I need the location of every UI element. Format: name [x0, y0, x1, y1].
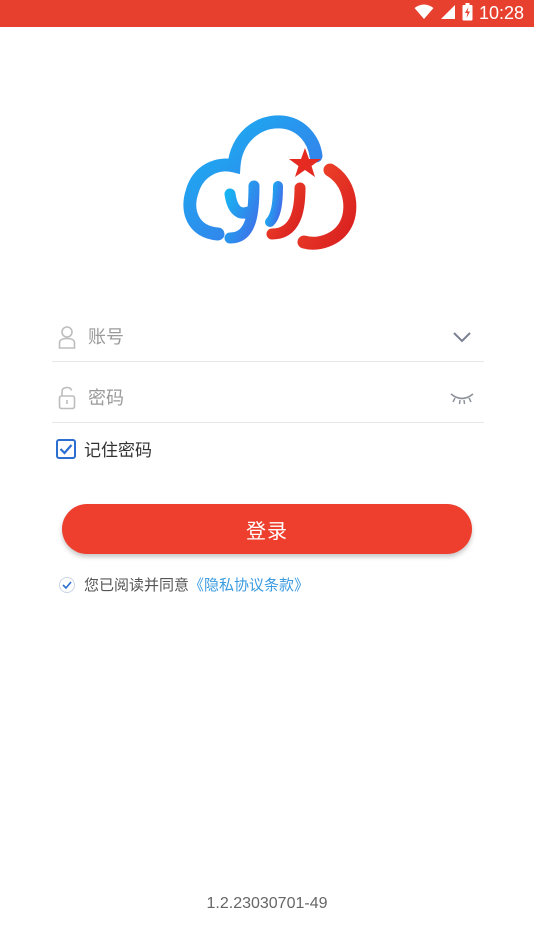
remember-password[interactable]: 记住密码 [56, 436, 152, 461]
user-icon [54, 324, 80, 350]
checkmark-icon [59, 443, 73, 455]
app-logo [178, 112, 360, 256]
remember-checkbox[interactable] [56, 438, 76, 459]
status-bar: 10:28 [0, 0, 534, 27]
remember-label: 记住密码 [84, 441, 152, 461]
checkmark-icon [62, 580, 72, 589]
battery-charging-icon [462, 2, 473, 25]
privacy-policy-link[interactable]: 《隐私协议条款》 [189, 574, 309, 595]
password-input[interactable] [88, 387, 446, 409]
agreement-text: 您已阅读并同意 [84, 576, 190, 594]
password-field [52, 374, 484, 423]
lock-icon [54, 385, 80, 411]
agreement-row: 您已阅读并同意 《隐私协议条款》 [59, 574, 309, 595]
account-field [52, 313, 484, 362]
status-time: 10:28 [478, 3, 524, 23]
login-button[interactable]: 登录 [62, 504, 472, 554]
app-version: 1.2.23030701-49 [206, 895, 328, 912]
account-input[interactable] [88, 326, 446, 348]
agreement-checkbox[interactable] [59, 576, 75, 593]
eye-closed-icon[interactable] [446, 385, 478, 411]
wifi-icon [414, 4, 434, 24]
cloud-logo-icon [183, 115, 357, 250]
chevron-down-icon[interactable] [446, 324, 478, 350]
status-icons [414, 2, 473, 25]
cell-signal-icon [440, 4, 456, 24]
